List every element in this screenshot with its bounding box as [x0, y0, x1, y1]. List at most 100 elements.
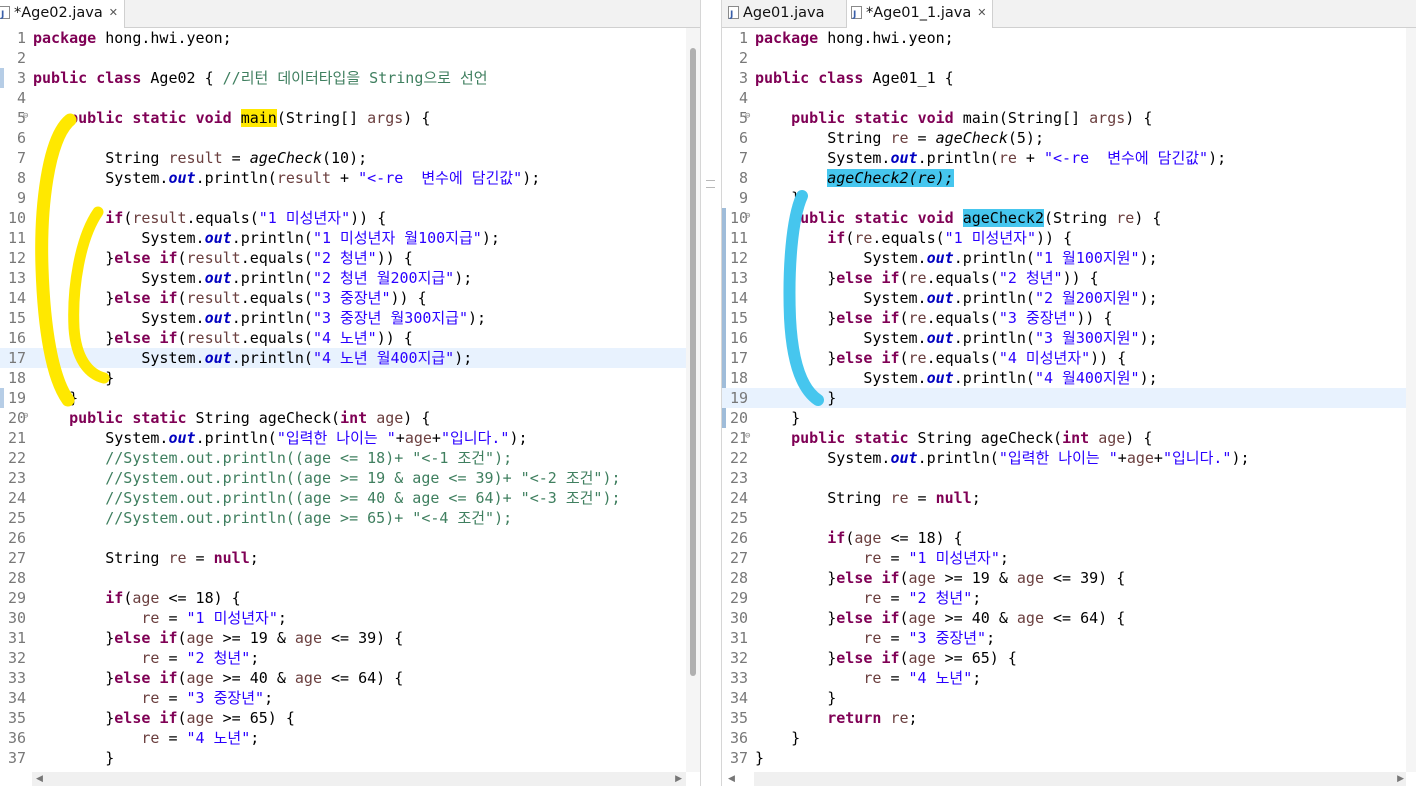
fold-toggle-icon[interactable]: ⊖ [745, 432, 750, 441]
code-line[interactable]: 33 }else if(age >= 40 & age <= 64) { [0, 668, 700, 688]
code-line[interactable]: 34 re = "3 중장년"; [0, 688, 700, 708]
code-line[interactable]: 30 re = "1 미성년자"; [0, 608, 700, 628]
code-line[interactable]: 16 System.out.println("3 월300지원"); [722, 328, 1416, 348]
code-line[interactable]: 5 ⊖ public static void main(String[] args… [0, 108, 700, 128]
code-line[interactable]: 18 System.out.println("4 월400지원"); [722, 368, 1416, 388]
code-line[interactable]: 36 } [722, 728, 1416, 748]
code-line[interactable]: 17 }else if(re.equals("4 미성년자")) { [722, 348, 1416, 368]
code-line[interactable]: 4 [0, 88, 700, 108]
code-line[interactable]: 37 } [0, 748, 700, 768]
code-line[interactable]: 10 ⊖ public static void ageCheck2(String … [722, 208, 1416, 228]
code-line[interactable]: 1 package hong.hwi.yeon; [0, 28, 700, 48]
code-line[interactable]: 19 } [0, 388, 700, 408]
tab-age01[interactable]: Age01.java [724, 0, 842, 28]
code-line[interactable]: 30 }else if(age >= 40 & age <= 64) { [722, 608, 1416, 628]
right-code-editor[interactable]: 1 package hong.hwi.yeon; 2 3 public class Ag… [722, 28, 1416, 772]
code-line[interactable]: 18 } [0, 368, 700, 388]
code-line[interactable]: 32 re = "2 청년"; [0, 648, 700, 668]
fold-toggle-icon[interactable]: ⊖ [745, 212, 750, 221]
code-line[interactable]: 19 } [722, 388, 1416, 408]
fold-toggle-icon[interactable]: ⊖ [745, 112, 750, 121]
code-line[interactable]: 36 re = "4 노년"; [0, 728, 700, 748]
tab-age02[interactable]: *Age02.java ✕ [0, 0, 125, 28]
code-line[interactable]: 14 }else if(result.equals("3 중장년")) { [0, 288, 700, 308]
code-line[interactable]: 26 [0, 528, 700, 548]
code-line[interactable]: 9 [0, 188, 700, 208]
code-line[interactable]: 22 //System.out.println((age <= 18)+ "<-… [0, 448, 700, 468]
code-line[interactable]: 7 String result = ageCheck(10); [0, 148, 700, 168]
code-line[interactable]: 28 [0, 568, 700, 588]
code-line[interactable]: 4 [722, 88, 1416, 108]
code-line[interactable]: 11 System.out.println("1 미성년자 월100지급"); [0, 228, 700, 248]
code-line[interactable]: 27 re = "1 미성년자"; [722, 548, 1416, 568]
fold-toggle-icon[interactable]: ⊖ [23, 412, 28, 421]
scrollbar-thumb[interactable] [690, 48, 696, 676]
scroll-left-arrow-icon[interactable]: ◀ [36, 772, 43, 786]
code-line[interactable]: 24 String re = null; [722, 488, 1416, 508]
code-line[interactable]: 6 [0, 128, 700, 148]
code-line[interactable]: 24 //System.out.println((age >= 40 & age… [0, 488, 700, 508]
code-line[interactable]: 5 ⊖ public static void main(String[] args… [722, 108, 1416, 128]
code-line[interactable]: 13 System.out.println("2 청년 월200지급"); [0, 268, 700, 288]
code-line[interactable]: 27 String re = null; [0, 548, 700, 568]
code-line[interactable]: 12 System.out.println("1 월100지원"); [722, 248, 1416, 268]
scroll-right-arrow-icon[interactable]: ▶ [675, 772, 682, 786]
code-line[interactable]: 13 }else if(re.equals("2 청년")) { [722, 268, 1416, 288]
code-line[interactable]: 20 ⊖ public static String ageCheck(int ag… [0, 408, 700, 428]
code-line[interactable]: 3 public class Age01_1 { [722, 68, 1416, 88]
code-line[interactable]: 8 ageCheck2(re); [722, 168, 1416, 188]
code-line[interactable]: 22 System.out.println("입력한 나이는 "+age+"입니… [722, 448, 1416, 468]
code-line[interactable]: 14 System.out.println("2 월200지원"); [722, 288, 1416, 308]
code-line[interactable]: 16 }else if(result.equals("4 노년")) { [0, 328, 700, 348]
vertical-scrollbar[interactable] [1406, 28, 1416, 772]
code-line[interactable]: 29 re = "2 청년"; [722, 588, 1416, 608]
code-line[interactable]: 21 System.out.println("입력한 나이는 "+age+"입니… [0, 428, 700, 448]
code-line[interactable]: 12 }else if(result.equals("2 청년")) { [0, 248, 700, 268]
left-code-editor[interactable]: 1 package hong.hwi.yeon; 2 3 public class Ag… [0, 28, 700, 772]
code-line[interactable]: 15 }else if(re.equals("3 중장년")) { [722, 308, 1416, 328]
code-line[interactable]: 29 if(age <= 18) { [0, 588, 700, 608]
code-line[interactable]: 20 } [722, 408, 1416, 428]
code-line[interactable]: 17 System.out.println("4 노년 월400지급"); [0, 348, 700, 368]
code-line[interactable]: 21 ⊖ public static String ageCheck(int ag… [722, 428, 1416, 448]
code-line[interactable]: 25 //System.out.println((age >= 65)+ "<-… [0, 508, 700, 528]
horizontal-scrollbar[interactable]: ◀ ▶ [32, 772, 686, 786]
tab-age01-1[interactable]: *Age01_1.java ✕ [846, 0, 994, 28]
editor-splitter[interactable] [700, 0, 722, 786]
code-text: //System.out.println((age <= 18)+ "<-1 조… [33, 448, 512, 468]
code-line[interactable]: 34 } [722, 688, 1416, 708]
code-line[interactable]: 35 return re; [722, 708, 1416, 728]
code-line[interactable]: 15 System.out.println("3 중장년 월300지급"); [0, 308, 700, 328]
code-line[interactable]: 11 if(re.equals("1 미성년자")) { [722, 228, 1416, 248]
code-line[interactable]: 2 [722, 48, 1416, 68]
code-line[interactable]: 25 [722, 508, 1416, 528]
code-line[interactable]: 31 re = "3 중장년"; [722, 628, 1416, 648]
code-line[interactable]: 1 package hong.hwi.yeon; [722, 28, 1416, 48]
code-line[interactable]: 33 re = "4 노년"; [722, 668, 1416, 688]
close-icon[interactable]: ✕ [109, 0, 118, 26]
code-line[interactable]: 28 }else if(age >= 19 & age <= 39) { [722, 568, 1416, 588]
code-token: ); [454, 349, 473, 367]
code-line[interactable]: 3 public class Age02 { //리턴 데이터타입을 String… [0, 68, 700, 88]
code-line[interactable]: 37} [722, 748, 1416, 768]
fold-toggle-icon[interactable]: ⊖ [23, 112, 28, 121]
code-line[interactable]: 6 String re = ageCheck(5); [722, 128, 1416, 148]
code-line[interactable]: 2 [0, 48, 700, 68]
code-line[interactable]: 10 if(result.equals("1 미성년자")) { [0, 208, 700, 228]
horizontal-scrollbar[interactable]: ◀ ▶ [728, 772, 1406, 786]
code-line[interactable]: 31 }else if(age >= 19 & age <= 39) { [0, 628, 700, 648]
close-icon[interactable]: ✕ [977, 0, 986, 26]
vertical-scrollbar[interactable] [686, 28, 700, 772]
code-line[interactable]: 32 }else if(age >= 65) { [722, 648, 1416, 668]
code-line[interactable]: 7 System.out.println(re + "<-re 변수에 담긴값"… [722, 148, 1416, 168]
code-line[interactable]: 35 }else if(age >= 65) { [0, 708, 700, 728]
code-line[interactable]: 26 if(age <= 18) { [722, 528, 1416, 548]
code-line[interactable]: 8 System.out.println(result + "<-re 변수에 … [0, 168, 700, 188]
code-line[interactable]: 9 } [722, 188, 1416, 208]
code-token: System. [755, 289, 927, 307]
scroll-right-arrow-icon[interactable]: ▶ [1397, 772, 1404, 786]
code-line[interactable]: 23 //System.out.println((age >= 19 & age… [0, 468, 700, 488]
code-line[interactable]: 23 [722, 468, 1416, 488]
scroll-left-arrow-icon[interactable]: ◀ [728, 772, 735, 786]
